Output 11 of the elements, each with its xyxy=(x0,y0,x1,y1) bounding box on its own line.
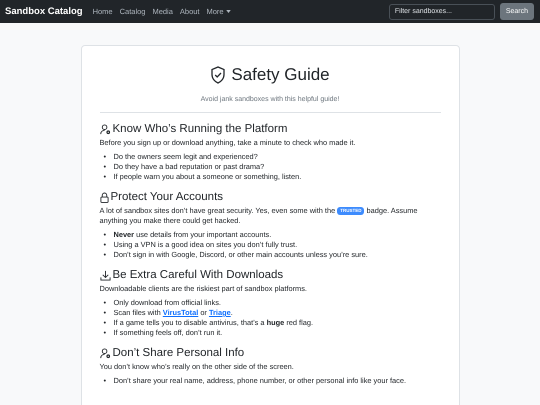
section-heading: Don’t Share Personal Info xyxy=(112,346,244,360)
page-title: Safety Guide xyxy=(231,65,330,85)
person-gear-icon xyxy=(100,348,110,358)
section-heading: Be Extra Careful With Downloads xyxy=(112,268,284,282)
shield-check-icon xyxy=(210,66,226,84)
lock-icon xyxy=(100,192,108,202)
brand-link[interactable]: Sandbox Catalog xyxy=(5,6,83,17)
section-heading: Know Who’s Running the Platform xyxy=(112,122,288,136)
download-icon xyxy=(100,270,110,280)
person-gear-icon xyxy=(100,124,110,134)
section-heading: Protect Your Accounts xyxy=(110,190,224,204)
